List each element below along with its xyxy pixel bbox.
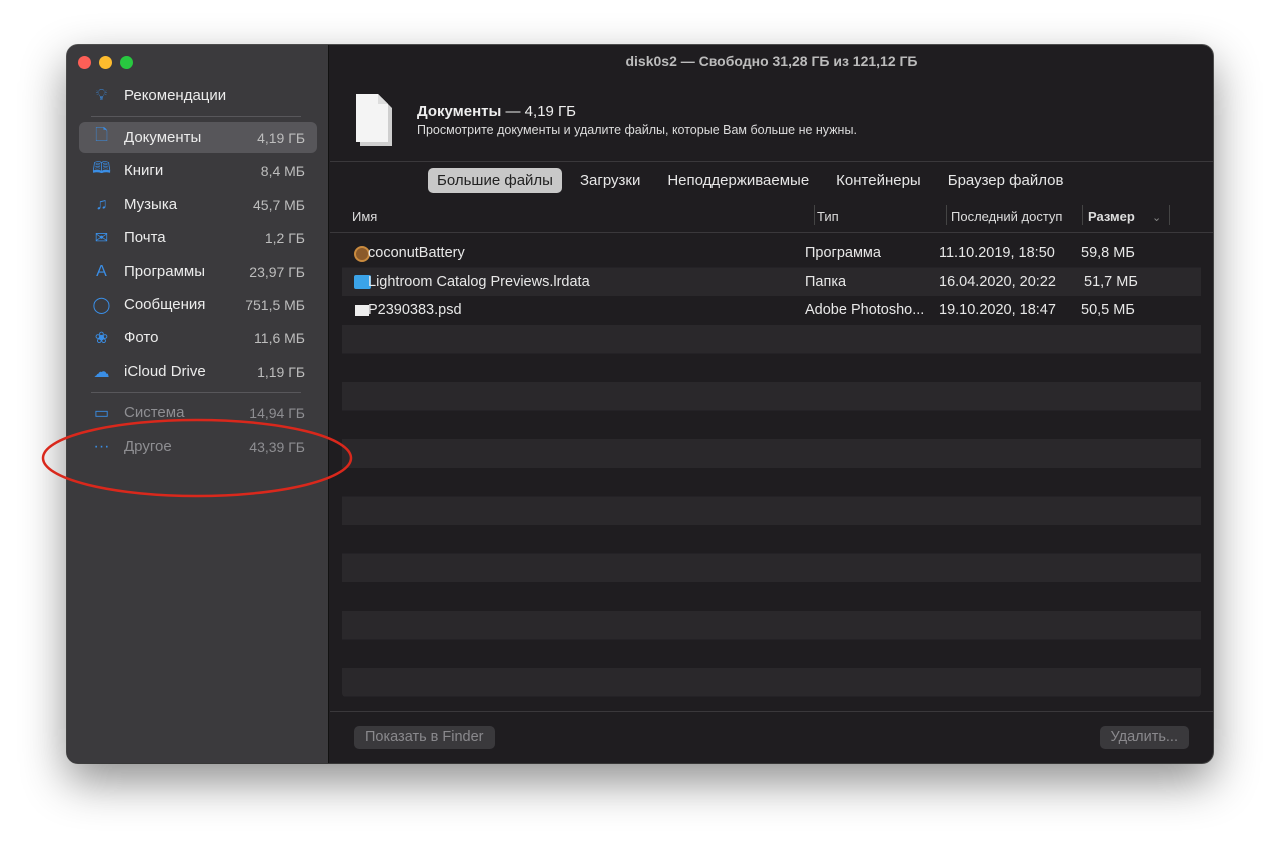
tab-unsupported[interactable]: Неподдерживаемые <box>658 168 818 193</box>
cloud-icon: ☁ <box>93 363 110 381</box>
column-accessed[interactable]: Последний доступ <box>951 209 1062 224</box>
table-row[interactable]: coconutBattery Программа 11.10.2019, 18:… <box>342 239 1201 268</box>
sidebar-item-recommendations[interactable]: 💡︎ Рекомендации <box>79 80 317 111</box>
app-store-icon: A <box>96 262 107 280</box>
sidebar-item-apps[interactable]: A Программы 23,97 ГБ <box>79 256 317 287</box>
sort-chevron-icon: ⌄ <box>1152 212 1162 224</box>
file-list: coconutBattery Программа 11.10.2019, 18:… <box>342 239 1201 697</box>
tab-large-files[interactable]: Большие файлы <box>428 168 562 193</box>
storage-window: 💡︎ Рекомендации 🗋 Документы 4,19 ГБ 🕮 Книги 8… <box>67 45 1213 763</box>
image-file-icon <box>355 305 369 317</box>
lightbulb-icon: 💡︎ <box>95 86 108 104</box>
minimize-button[interactable] <box>99 56 112 69</box>
sidebar-item-music[interactable]: ♫ Музыка 45,7 МБ <box>79 189 317 220</box>
tab-bar: Большие файлы Загрузки Неподдерживаемые … <box>428 168 1081 193</box>
divider <box>330 711 1213 712</box>
table-row[interactable]: Lightroom Catalog Previews.lrdata Папка … <box>342 268 1201 297</box>
mail-icon: ✉ <box>94 229 109 247</box>
sidebar-item-system[interactable]: ▭ Система 14,94 ГБ <box>79 397 317 428</box>
sidebar-item-books[interactable]: 🕮 Книги 8,4 МБ <box>79 155 317 186</box>
column-type[interactable]: Тип <box>817 209 839 224</box>
header-title: Документы — 4,19 ГБ <box>417 103 577 120</box>
document-icon: 🗋 <box>95 127 108 144</box>
sidebar-item-icloud[interactable]: ☁ iCloud Drive 1,19 ГБ <box>79 356 317 387</box>
message-icon: ◯ <box>92 296 111 314</box>
close-button[interactable] <box>78 56 91 69</box>
window-controls <box>78 56 133 69</box>
laptop-icon: ▭ <box>93 404 110 422</box>
zoom-button[interactable] <box>120 56 133 69</box>
ellipsis-icon: ··· <box>93 437 110 455</box>
book-icon: 🕮 <box>92 160 111 177</box>
divider <box>91 392 301 393</box>
sidebar-item-other[interactable]: ··· Другое 43,39 ГБ <box>79 431 317 462</box>
sidebar-item-messages[interactable]: ◯ Сообщения 751,5 МБ <box>79 289 317 320</box>
tab-file-browser[interactable]: Браузер файлов <box>939 168 1073 193</box>
column-name[interactable]: Имя <box>352 209 377 224</box>
show-in-finder-button[interactable]: Показать в Finder <box>354 726 495 749</box>
delete-button[interactable]: Удалить... <box>1099 726 1189 749</box>
main-panel: disk0s2 — Свободно 31,28 ГБ из 121,12 ГБ… <box>330 45 1213 763</box>
sidebar-item-mail[interactable]: ✉ Почта 1,2 ГБ <box>79 222 317 253</box>
music-icon: ♫ <box>95 195 108 213</box>
column-size[interactable]: Размер <box>1088 209 1135 224</box>
table-row[interactable]: P2390383.psd Adobe Photosho... 19.10.202… <box>342 296 1201 325</box>
divider <box>330 161 1213 162</box>
sidebar: 💡︎ Рекомендации 🗋 Документы 4,19 ГБ 🕮 Книги 8… <box>67 45 329 763</box>
window-title: disk0s2 — Свободно 31,28 ГБ из 121,12 ГБ <box>625 53 918 69</box>
tab-containers[interactable]: Контейнеры <box>827 168 930 193</box>
photos-icon: ❀ <box>94 329 109 347</box>
table-header: Имя Тип Последний доступ Размер ⌄ <box>330 205 1213 233</box>
document-large-icon <box>356 94 392 146</box>
sidebar-item-documents[interactable]: 🗋 Документы 4,19 ГБ <box>79 122 317 153</box>
tab-downloads[interactable]: Загрузки <box>571 168 649 193</box>
header-subtitle: Просмотрите документы и удалите файлы, к… <box>417 123 857 137</box>
sidebar-item-photos[interactable]: ❀ Фото 11,6 МБ <box>79 322 317 353</box>
divider <box>91 116 301 117</box>
